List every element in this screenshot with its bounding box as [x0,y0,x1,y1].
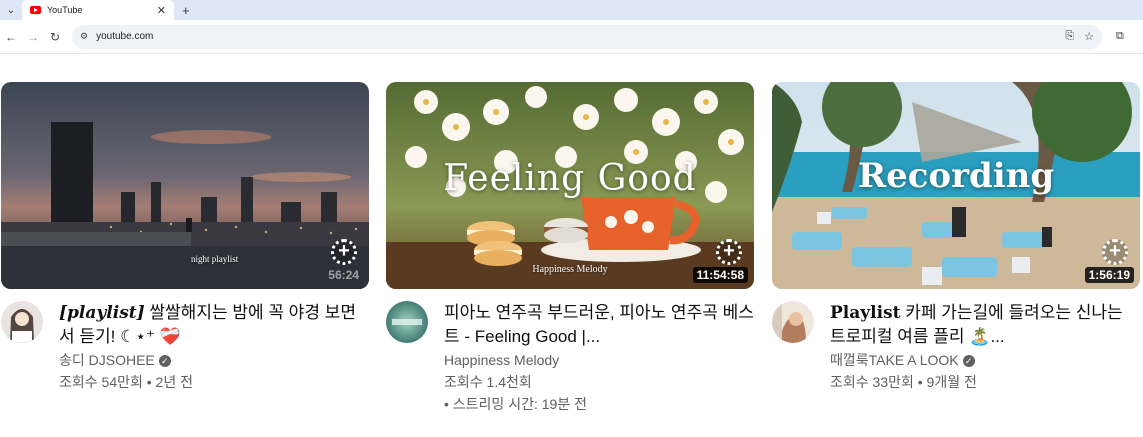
video-streamed-time-2: • 스트리밍 시간: 19분 전 [444,396,587,412]
verified-check-icon: ✓ [962,355,975,368]
extensions-icon[interactable]: ⧉ [1116,30,1124,43]
back-arrow-icon[interactable]: ← [0,30,22,44]
add-to-queue-icon[interactable]: + [716,239,742,265]
video-stats-3: 조회수 33만회 • 9개월 전 [830,374,977,390]
tab-search-chevron-icon[interactable]: ⌄ [0,0,22,20]
video-duration-2: 11:54:58 [692,267,748,283]
thumbnail-image-night-city [1,82,369,289]
title-prefix: [playlist] [59,303,145,323]
reload-icon[interactable]: ↻ [44,30,66,44]
thumbnail-title-text: Recording [857,156,1055,196]
video-duration-1: 56:24 [328,268,359,282]
youtube-favicon-icon [30,6,41,14]
video-card-3[interactable]: Recording + 1:56:19 Playlist 카페 가는길에 들려오… [772,82,1140,393]
tab-youtube[interactable]: YouTube ✕ [22,0,174,20]
video-title-2[interactable]: 피아노 연주곡 부드러운, 피아노 연주곡 베스트 - Feeling Good… [444,301,754,349]
browser-toolbar: ← → ↻ ⚙ youtube.com ⎘ ☆ ⧉ [0,20,1143,54]
new-tab-button[interactable]: + [182,3,190,18]
tab-title: YouTube [47,5,83,15]
video-card-2[interactable]: Feeling Good Happiness Melody + 11:54:58… [386,82,754,415]
video-card-1[interactable]: night playlist + 56:24 [playlist] 쌀쌀해지는 … [1,82,369,393]
channel-name-2[interactable]: Happiness Melody [444,349,754,371]
video-title-1[interactable]: [playlist] 쌀쌀해지는 밤에 꼭 야경 보면서 듣기! ☾⋆⁺ ❤️‍… [59,301,369,349]
channel-name-1[interactable]: 송디 DJSOHEE ✓ [59,349,369,371]
video-stats-1: 조회수 54만회 • 2년 전 [59,374,193,390]
url-text[interactable]: youtube.com [96,31,1055,42]
video-title-3[interactable]: Playlist 카페 가는길에 들려오는 신나는 트로피컬 여름 플리 🏝️.… [830,301,1140,349]
title-prefix: Playlist [830,303,901,323]
verified-check-icon: ✓ [158,355,171,368]
channel-avatar-3[interactable] [772,301,814,343]
channel-name-3[interactable]: 때껄룩TAKE A LOOK ✓ [830,349,1140,371]
thumbnail-title-text: Feeling Good [443,158,697,199]
browser-tab-strip: ⌄ YouTube ✕ + [0,0,1143,20]
video-thumbnail-1[interactable]: night playlist + 56:24 [1,82,369,289]
bookmark-star-icon[interactable]: ☆ [1084,30,1094,43]
forward-arrow-icon[interactable]: → [22,30,44,44]
address-bar[interactable]: ⚙ youtube.com ⎘ ☆ [72,24,1102,49]
thumbnail-caption: night playlist [191,254,239,264]
channel-avatar-2[interactable] [386,301,428,343]
tab-close-icon[interactable]: ✕ [157,4,166,17]
install-app-icon[interactable]: ⎘ [1065,30,1074,43]
channel-label: 때껄룩TAKE A LOOK [830,352,959,368]
site-info-icon[interactable]: ⚙ [80,31,88,42]
channel-label: 송디 DJSOHEE [59,352,155,368]
add-to-queue-icon[interactable]: + [1102,239,1128,265]
video-thumbnail-2[interactable]: Feeling Good Happiness Melody + 11:54:58 [386,82,754,289]
video-views-2: 조회수 1.4천회 [444,374,532,390]
add-to-queue-icon[interactable]: + [331,239,357,265]
channel-avatar-1[interactable] [1,301,43,343]
video-thumbnail-3[interactable]: Recording + 1:56:19 [772,82,1140,289]
video-duration-3: 1:56:19 [1084,267,1134,283]
